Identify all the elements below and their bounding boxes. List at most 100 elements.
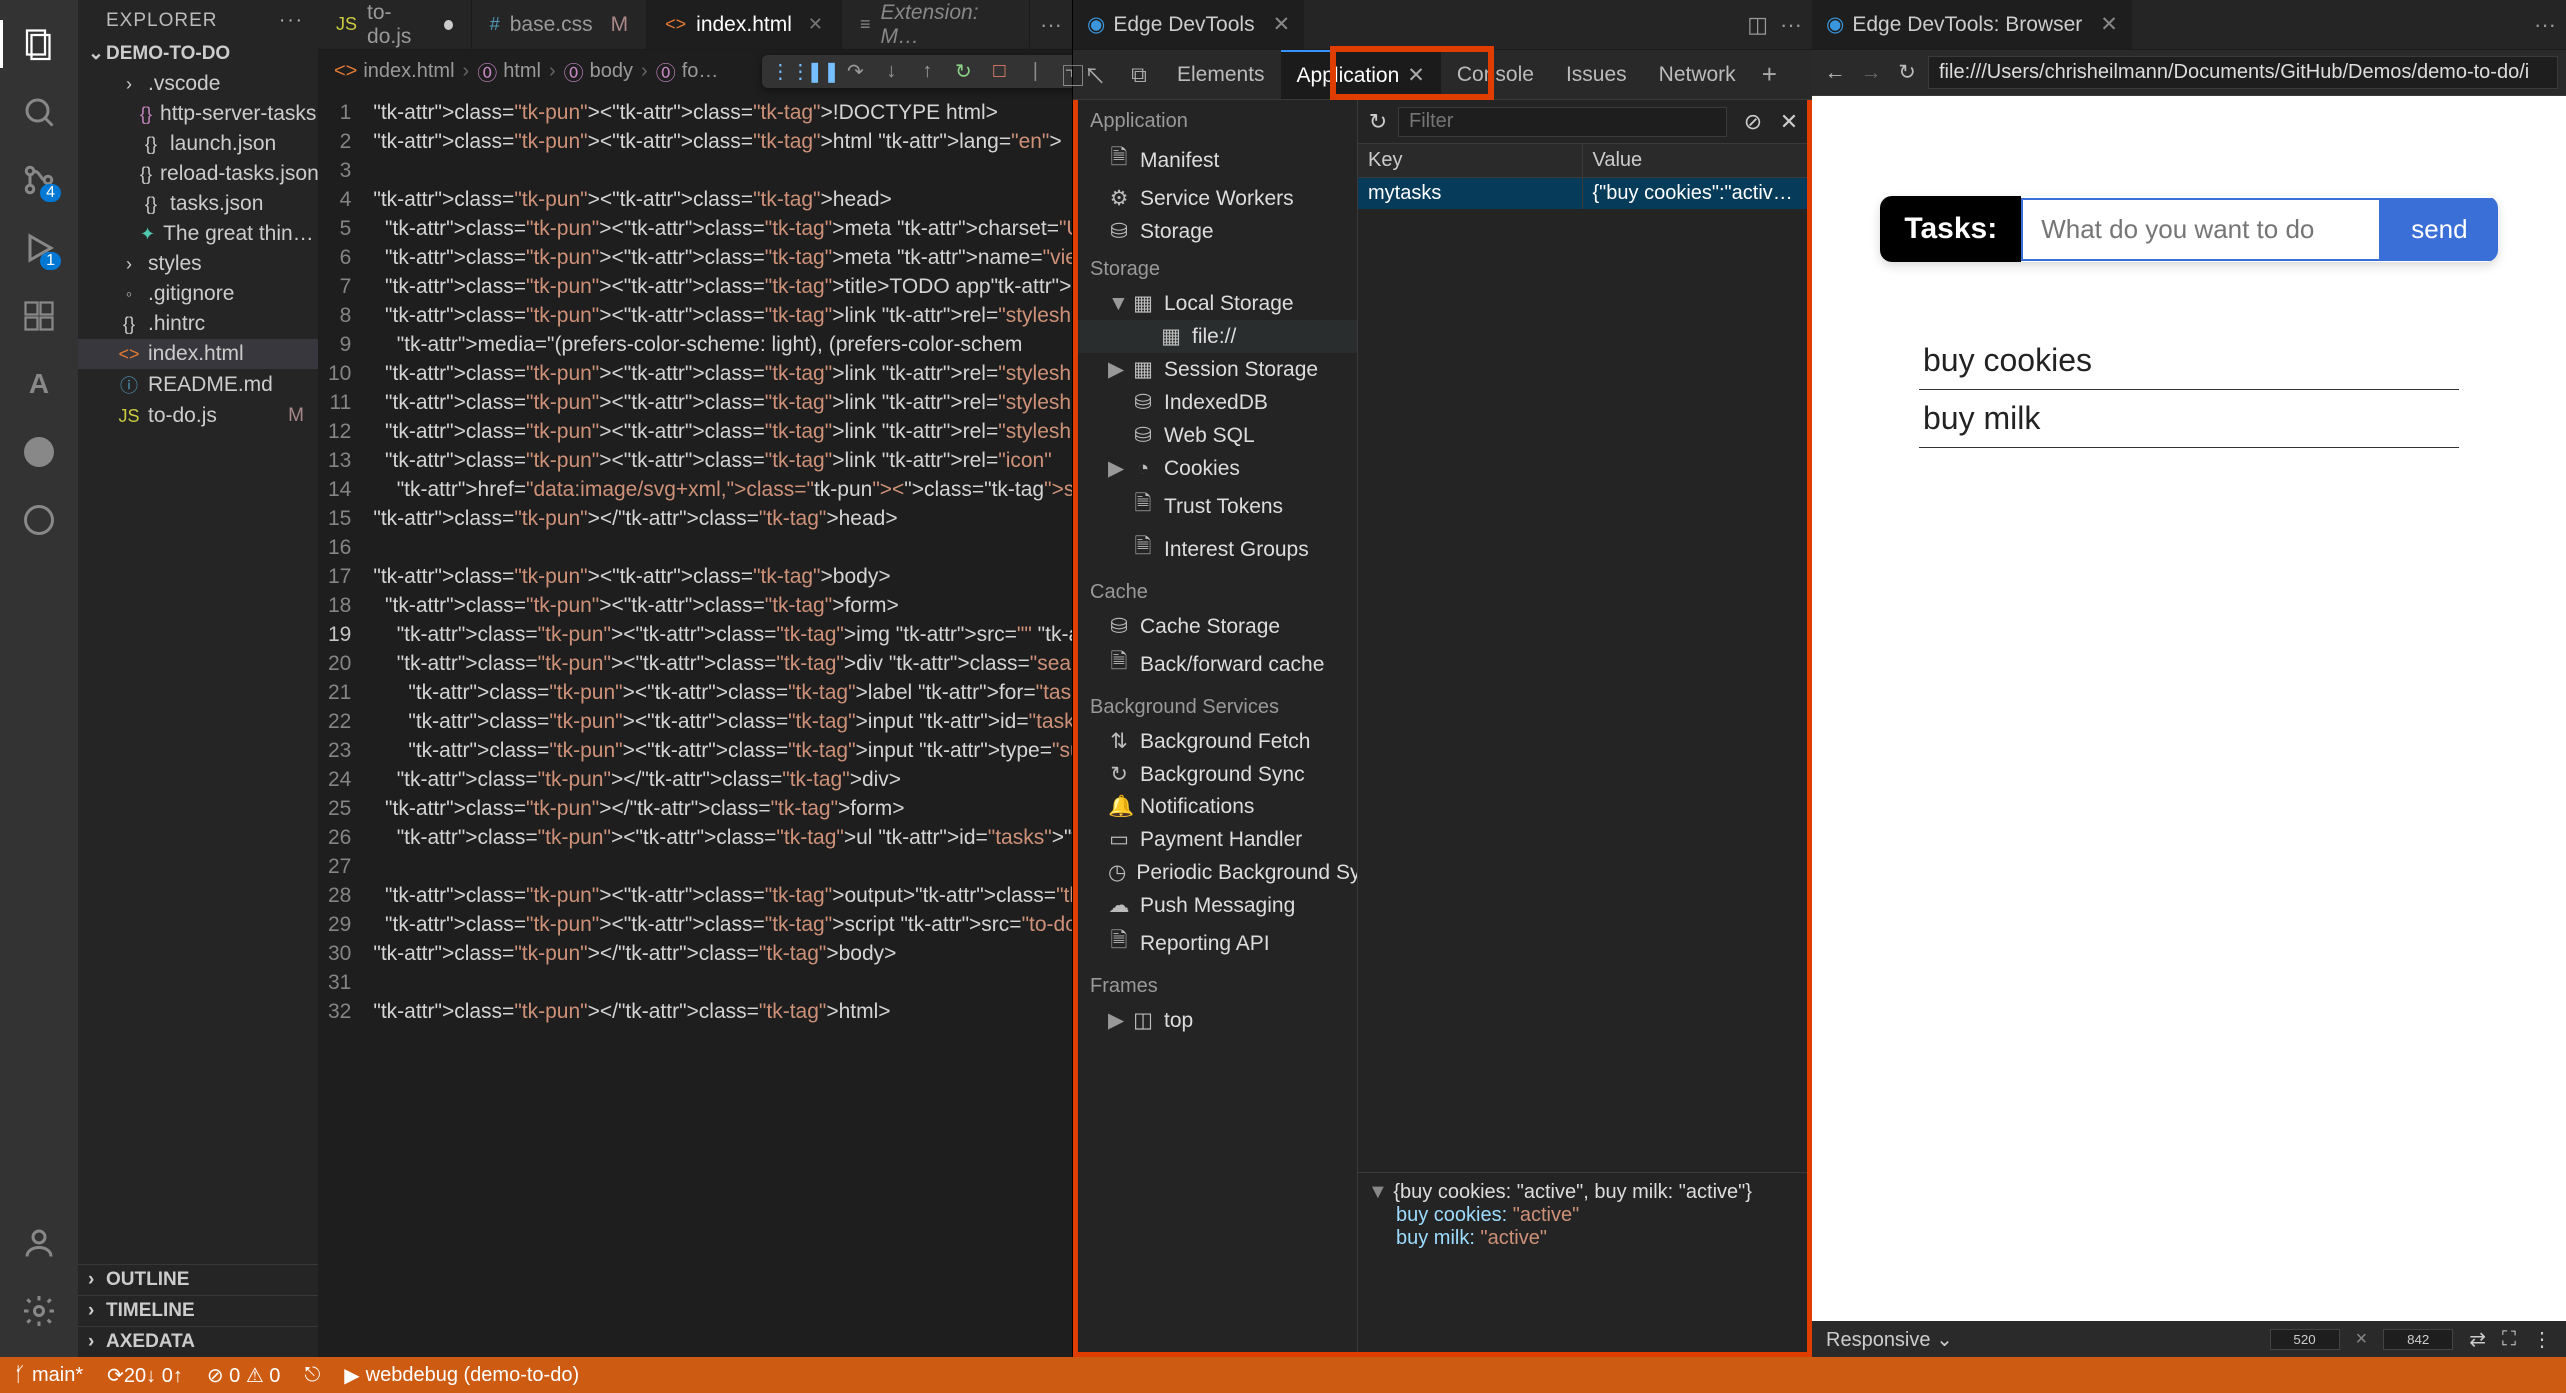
nav-cache-storage[interactable]: ⛁Cache Storage xyxy=(1078,610,1357,643)
file-item[interactable]: <>index.html xyxy=(78,339,318,369)
search-icon[interactable] xyxy=(15,88,63,136)
nav-trust-tokens[interactable]: 🗎Trust Tokens xyxy=(1078,485,1357,528)
device-icon[interactable]: ⧉ xyxy=(1117,62,1161,88)
debug-step-into-icon[interactable]: ↓ xyxy=(878,60,904,83)
screenshot-icon[interactable]: ⛶ xyxy=(2502,1328,2516,1351)
nav-service-workers[interactable]: ⚙Service Workers xyxy=(1078,182,1357,215)
file-item[interactable]: ⓘREADME.md xyxy=(78,369,318,401)
sync-indicator[interactable]: ⟳20↓ 0↑ xyxy=(107,1363,183,1388)
close-icon[interactable]: ✕ xyxy=(808,14,823,35)
breadcrumb[interactable]: ⓪fo… xyxy=(656,57,719,86)
responsive-mode[interactable]: Responsive ⌄ xyxy=(1826,1327,1953,1352)
close-icon[interactable]: ✕ xyxy=(1407,63,1425,88)
debug-pause-icon[interactable]: ❚❚ xyxy=(806,59,832,84)
tab-todo-js[interactable]: JSto-do.js xyxy=(318,0,472,49)
nav-push[interactable]: ☁Push Messaging xyxy=(1078,889,1357,922)
delete-icon[interactable]: ✕ xyxy=(1771,109,1807,135)
inspect-icon[interactable]: ⃞↖ xyxy=(1073,59,1117,91)
file-item[interactable]: {}launch.json xyxy=(78,129,318,159)
debug-step-over-icon[interactable]: ↷ xyxy=(842,59,868,84)
nav-periodic-sync[interactable]: ◷Periodic Background Sync xyxy=(1078,856,1357,889)
task-item[interactable]: buy cookies xyxy=(1919,332,2459,390)
close-icon[interactable]: ✕ xyxy=(1273,12,1291,37)
folder-item[interactable]: ›.vscode xyxy=(78,69,318,99)
width-input[interactable] xyxy=(2270,1329,2340,1350)
debug-restart-icon[interactable]: ↻ xyxy=(950,59,976,84)
file-item[interactable]: {}reload-tasks.json xyxy=(78,159,318,189)
nav-cookies[interactable]: ▶◔Cookies xyxy=(1078,452,1357,485)
timeline-section[interactable]: ›TIMELINE xyxy=(78,1295,318,1326)
nav-local-storage-origin[interactable]: ▦file:// xyxy=(1078,320,1357,353)
problems-indicator[interactable]: ⊘ 0 ⚠ 0 xyxy=(207,1363,281,1388)
axedata-section[interactable]: ›AXEDATA xyxy=(78,1326,318,1357)
task-item[interactable]: buy milk xyxy=(1919,390,2459,448)
nav-indexeddb[interactable]: ⛁IndexedDB xyxy=(1078,386,1357,419)
folder-item[interactable]: ›styles xyxy=(78,249,318,279)
ports-indicator[interactable]: ⎋ xyxy=(304,1364,320,1387)
more-icon[interactable]: ⋮ xyxy=(2532,1327,2552,1352)
branch-indicator[interactable]: ᚶ main* xyxy=(14,1364,83,1387)
tab-index-html[interactable]: <>index.html✕ xyxy=(647,0,842,49)
nav-websql[interactable]: ⛁Web SQL xyxy=(1078,419,1357,452)
tool-issues[interactable]: Issues xyxy=(1550,50,1643,99)
nav-reporting[interactable]: 🗎Reporting API xyxy=(1078,922,1357,965)
file-item[interactable]: {}tasks.json xyxy=(78,189,318,219)
height-input[interactable] xyxy=(2383,1329,2453,1350)
split-editor-icon[interactable]: ◫ xyxy=(1747,12,1768,38)
refresh-icon[interactable]: ↻ xyxy=(1358,109,1398,135)
tool-network[interactable]: Network xyxy=(1643,50,1752,99)
rotate-icon[interactable]: ⇄ xyxy=(2469,1327,2486,1352)
forward-icon[interactable]: → xyxy=(1856,61,1886,85)
file-item[interactable]: ✦The great thin…U xyxy=(78,219,318,249)
breadcrumb[interactable]: ⓪body xyxy=(564,57,633,86)
file-item[interactable]: JSto-do.jsM xyxy=(78,401,318,431)
drag-handle-icon[interactable]: ⋮⋮ xyxy=(770,59,796,84)
explorer-more-icon[interactable]: ··· xyxy=(279,10,304,32)
file-item[interactable]: {}.hintrc xyxy=(78,309,318,339)
nav-local-storage[interactable]: ▼▦Local Storage xyxy=(1078,287,1357,320)
close-icon[interactable]: ✕ xyxy=(2100,12,2118,37)
nav-session-storage[interactable]: ▶▦Session Storage xyxy=(1078,353,1357,386)
more-icon[interactable]: ··· xyxy=(2534,12,2556,38)
settings-gear-icon[interactable] xyxy=(15,1287,63,1335)
clear-icon[interactable]: ⊘ xyxy=(1735,109,1771,135)
send-button[interactable]: send xyxy=(2381,198,2497,261)
reload-icon[interactable]: ↻ xyxy=(1892,60,1922,85)
debug-target[interactable]: ▶ webdebug (demo-to-do) xyxy=(344,1363,579,1388)
url-field[interactable]: file:///Users/chrisheilmann/Documents/Gi… xyxy=(1928,56,2558,89)
file-item[interactable]: ◦.gitignore xyxy=(78,279,318,309)
nav-bg-fetch[interactable]: ⇅Background Fetch xyxy=(1078,725,1357,758)
project-section[interactable]: ⌄ DEMO-TO-DO xyxy=(78,38,318,69)
github-icon[interactable] xyxy=(15,428,63,476)
tab-edge-devtools[interactable]: ◉Edge DevTools✕ xyxy=(1073,0,1304,49)
nav-bfcache[interactable]: 🗎Back/forward cache xyxy=(1078,643,1357,686)
outline-section[interactable]: ›OUTLINE xyxy=(78,1264,318,1295)
kv-row[interactable]: mytasks {"buy cookies":"active",… xyxy=(1358,178,1807,209)
tool-console[interactable]: Console xyxy=(1441,50,1550,99)
nav-interest-groups[interactable]: 🗎Interest Groups xyxy=(1078,528,1357,571)
azure-icon[interactable]: A xyxy=(15,360,63,408)
add-tool-icon[interactable]: + xyxy=(1762,59,1777,90)
breadcrumb[interactable]: <>index.html xyxy=(334,60,455,83)
tab-browser[interactable]: ◉Edge DevTools: Browser✕ xyxy=(1812,0,2132,49)
nav-bg-sync[interactable]: ↻Background Sync xyxy=(1078,758,1357,791)
tool-application[interactable]: Application✕ xyxy=(1281,50,1441,99)
edge-icon[interactable] xyxy=(15,496,63,544)
file-item[interactable]: {}http-server-tasks.j…U xyxy=(78,99,318,129)
scm-icon[interactable]: 4 xyxy=(15,156,63,204)
account-icon[interactable] xyxy=(15,1219,63,1267)
breadcrumb[interactable]: ⓪html xyxy=(477,57,541,86)
more-icon[interactable]: ··· xyxy=(1780,12,1802,38)
tab-base-css[interactable]: #base.cssM xyxy=(472,0,647,49)
nav-storage[interactable]: ⛁Storage xyxy=(1078,215,1357,248)
nav-manifest[interactable]: 🗎Manifest xyxy=(1078,139,1357,182)
tool-elements[interactable]: Elements xyxy=(1161,50,1281,99)
explorer-icon[interactable] xyxy=(15,20,63,68)
nav-frame-top[interactable]: ▶◫top xyxy=(1078,1004,1357,1037)
debug-console-icon[interactable]: ⫟ xyxy=(1058,60,1072,83)
more-tabs-icon[interactable]: ··· xyxy=(1040,12,1062,38)
debug-stop-icon[interactable]: □ xyxy=(986,60,1012,83)
back-icon[interactable]: ← xyxy=(1820,61,1850,85)
debug-step-out-icon[interactable]: ↑ xyxy=(914,60,940,83)
extensions-icon[interactable] xyxy=(15,292,63,340)
